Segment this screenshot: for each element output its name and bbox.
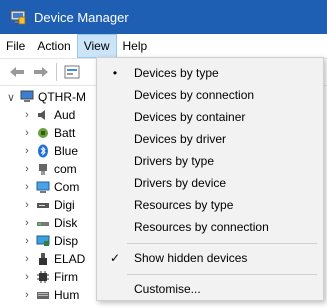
chevron-right-icon[interactable]: ›: [20, 145, 34, 157]
menu-bar: File Action View Help: [0, 34, 327, 58]
tree-item-computer[interactable]: › Com: [0, 178, 100, 196]
chip-icon: [36, 270, 50, 284]
forward-arrow-icon[interactable]: [32, 63, 50, 81]
menu-action[interactable]: Action: [31, 34, 76, 58]
port-icon: [36, 162, 50, 176]
chevron-right-icon[interactable]: ›: [20, 109, 34, 121]
tree-item-label: Disk: [54, 216, 78, 230]
battery-icon: [36, 126, 50, 140]
menu-item-resources-by-connection[interactable]: Resources by connection: [97, 216, 323, 238]
menu-view[interactable]: View: [76, 34, 117, 58]
menu-item-label: Drivers by type: [134, 154, 215, 168]
tree-item-com[interactable]: › com: [0, 160, 100, 178]
computer-icon: [20, 90, 34, 104]
chevron-right-icon[interactable]: ›: [20, 253, 34, 265]
checkmark-icon: ✓: [109, 251, 121, 265]
chevron-down-icon[interactable]: ∨: [4, 91, 18, 104]
disk-drive-icon: [36, 198, 50, 212]
menu-item-label: Resources by connection: [134, 220, 269, 234]
menu-item-devices-by-driver[interactable]: Devices by driver: [97, 128, 323, 150]
tree-item-label: ELAD: [54, 252, 86, 266]
chevron-right-icon[interactable]: ›: [20, 235, 34, 247]
tree-item-label: Digi: [54, 198, 75, 212]
menu-separator: [127, 274, 317, 275]
menu-item-drivers-by-type[interactable]: Drivers by type: [97, 150, 323, 172]
chevron-right-icon[interactable]: ›: [20, 181, 34, 193]
menu-item-label: Customise...: [134, 282, 201, 296]
view-menu-dropdown: • Devices by type Devices by connection …: [96, 57, 324, 301]
tree-root[interactable]: ∨ QTHR-M: [0, 88, 100, 106]
radio-bullet-icon: •: [112, 66, 118, 80]
tree-item-batteries[interactable]: › Batt: [0, 124, 100, 142]
menu-item-label: Devices by driver: [134, 132, 227, 146]
tree-item-display[interactable]: › Disp: [0, 232, 100, 250]
tree-item-audio[interactable]: › Aud: [0, 106, 100, 124]
back-arrow-icon[interactable]: [8, 63, 26, 81]
tree-item-label: com: [54, 162, 77, 176]
chevron-right-icon[interactable]: ›: [20, 217, 34, 229]
tree-item-label: Disp: [54, 234, 79, 248]
menu-file[interactable]: File: [0, 34, 31, 58]
device-manager-icon: [10, 9, 26, 25]
drive-icon: [36, 216, 50, 230]
menu-item-label: Show hidden devices: [134, 251, 248, 265]
speaker-icon: [36, 108, 50, 122]
chevron-right-icon[interactable]: ›: [20, 271, 34, 283]
tree-item-firmware[interactable]: › Firm: [0, 268, 100, 286]
tree-item-label: Batt: [54, 126, 76, 140]
title-bar: Device Manager: [0, 0, 327, 34]
tree-item-label: Firm: [54, 270, 78, 284]
menu-item-resources-by-type[interactable]: Resources by type: [97, 194, 323, 216]
menu-item-devices-by-container[interactable]: Devices by container: [97, 106, 323, 128]
tree-item-label: Com: [54, 180, 80, 194]
toolbar-divider: [56, 63, 57, 81]
display-adapter-icon: [36, 234, 50, 248]
window-title: Device Manager: [34, 9, 129, 25]
menu-item-label: Devices by type: [134, 66, 219, 80]
menu-item-label: Devices by container: [134, 110, 246, 124]
usb-device-icon: [36, 252, 50, 266]
bluetooth-icon: [36, 144, 50, 158]
chevron-right-icon[interactable]: ›: [20, 289, 34, 301]
properties-icon[interactable]: [63, 63, 81, 81]
keyboard-icon: [36, 288, 50, 302]
menu-item-label: Resources by type: [134, 198, 234, 212]
menu-item-customise[interactable]: Customise...: [97, 278, 323, 300]
tree-item-label: Aud: [54, 108, 76, 122]
menu-item-label: Drivers by device: [134, 176, 227, 190]
menu-item-drivers-by-device[interactable]: Drivers by device: [97, 172, 323, 194]
tree-item-bluetooth[interactable]: › Blue: [0, 142, 100, 160]
menu-item-devices-by-connection[interactable]: Devices by connection: [97, 84, 323, 106]
tree-item-elad[interactable]: › ELAD: [0, 250, 100, 268]
tree-root-label: QTHR-M: [38, 90, 86, 104]
device-tree: ∨ QTHR-M › Aud › Batt › Blue › com › Com…: [0, 88, 100, 308]
chevron-right-icon[interactable]: ›: [20, 199, 34, 211]
chevron-right-icon[interactable]: ›: [20, 163, 34, 175]
menu-item-show-hidden-devices[interactable]: ✓ Show hidden devices: [97, 247, 323, 269]
menu-item-devices-by-type[interactable]: • Devices by type: [97, 62, 323, 84]
menu-separator: [127, 243, 317, 244]
tree-item-disk[interactable]: › Disk: [0, 214, 100, 232]
monitor-icon: [36, 180, 50, 194]
tree-item-digital[interactable]: › Digi: [0, 196, 100, 214]
tree-item-label: Blue: [54, 144, 79, 158]
menu-help[interactable]: Help: [117, 34, 154, 58]
tree-item-hid[interactable]: › Hum: [0, 286, 100, 304]
menu-item-label: Devices by connection: [134, 88, 255, 102]
tree-item-label: Hum: [54, 288, 80, 302]
chevron-right-icon[interactable]: ›: [20, 127, 34, 139]
